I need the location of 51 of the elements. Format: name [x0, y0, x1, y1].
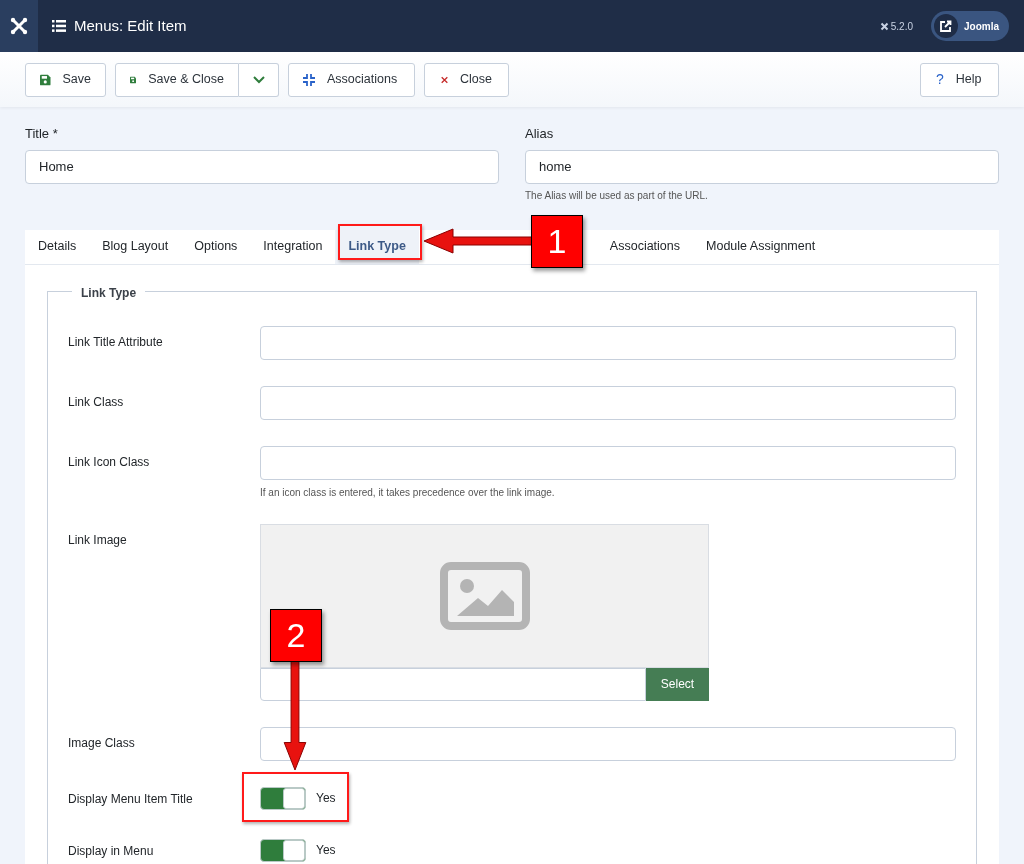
tab[interactable]: Details	[25, 229, 90, 264]
associations-button[interactable]: Associations	[288, 62, 415, 97]
version-text: 5.2.0	[890, 19, 913, 34]
chevron-down-icon	[252, 75, 265, 84]
title-field[interactable]: Home	[25, 149, 499, 184]
help-text: If an icon class is entered, it takes precedence over the link image.	[260, 485, 556, 500]
joomla-logo-icon[interactable]	[0, 0, 38, 52]
input-field[interactable]	[260, 385, 956, 420]
tab[interactable]: Blog Layout	[89, 229, 182, 264]
callout-number: 1	[531, 215, 583, 268]
list-icon	[52, 20, 66, 32]
tab[interactable]: Integration	[250, 229, 336, 264]
callout-number: 2	[270, 609, 322, 662]
input-field[interactable]	[260, 667, 646, 701]
input-field[interactable]	[260, 325, 956, 360]
tab[interactable]: Module Assignment	[693, 229, 829, 264]
shrink-icon	[303, 73, 315, 86]
select-button[interactable]: Select	[646, 667, 709, 701]
save-close-button[interactable]: Save & Close	[115, 62, 239, 97]
input-field[interactable]	[260, 726, 956, 761]
toggle-value: Yes	[316, 790, 336, 807]
field-label: Title *	[25, 125, 59, 143]
image-icon	[439, 561, 530, 630]
field-label: Link Class	[68, 393, 125, 411]
help-text: The Alias will be used as part of the URL.	[525, 188, 709, 203]
save-button[interactable]: Save	[25, 62, 106, 97]
tab[interactable]: Associations	[596, 229, 694, 264]
toggle-value: Yes	[316, 842, 336, 859]
field-label: Link Title Attribute	[68, 333, 164, 351]
help-button[interactable]: ? Help	[920, 62, 999, 97]
tab[interactable]: Options	[181, 229, 251, 264]
field-label: Link Image	[68, 531, 128, 549]
toggle-switch[interactable]	[260, 838, 306, 862]
field-label: Display Menu Item Title	[68, 790, 194, 808]
close-button[interactable]: Close	[424, 62, 509, 97]
alias-field[interactable]: home	[525, 149, 999, 184]
close-icon	[441, 74, 449, 85]
field-label: Alias	[525, 125, 555, 143]
joomla-small-icon	[879, 21, 889, 31]
site-link-button[interactable]: Joomla	[931, 11, 1009, 41]
dropdown-button[interactable]	[239, 62, 279, 97]
page-title: Menus: Edit Item	[74, 15, 187, 36]
toggle-switch[interactable]	[260, 786, 306, 810]
tab[interactable]: Link Type	[335, 229, 419, 264]
field-label: Link Icon Class	[68, 453, 151, 471]
question-icon: ?	[936, 69, 944, 90]
save-icon	[40, 73, 51, 86]
field-label: Display in Menu	[68, 842, 155, 860]
input-field[interactable]	[260, 445, 956, 480]
external-link-icon	[934, 14, 958, 38]
field-label: Image Class	[68, 734, 136, 752]
